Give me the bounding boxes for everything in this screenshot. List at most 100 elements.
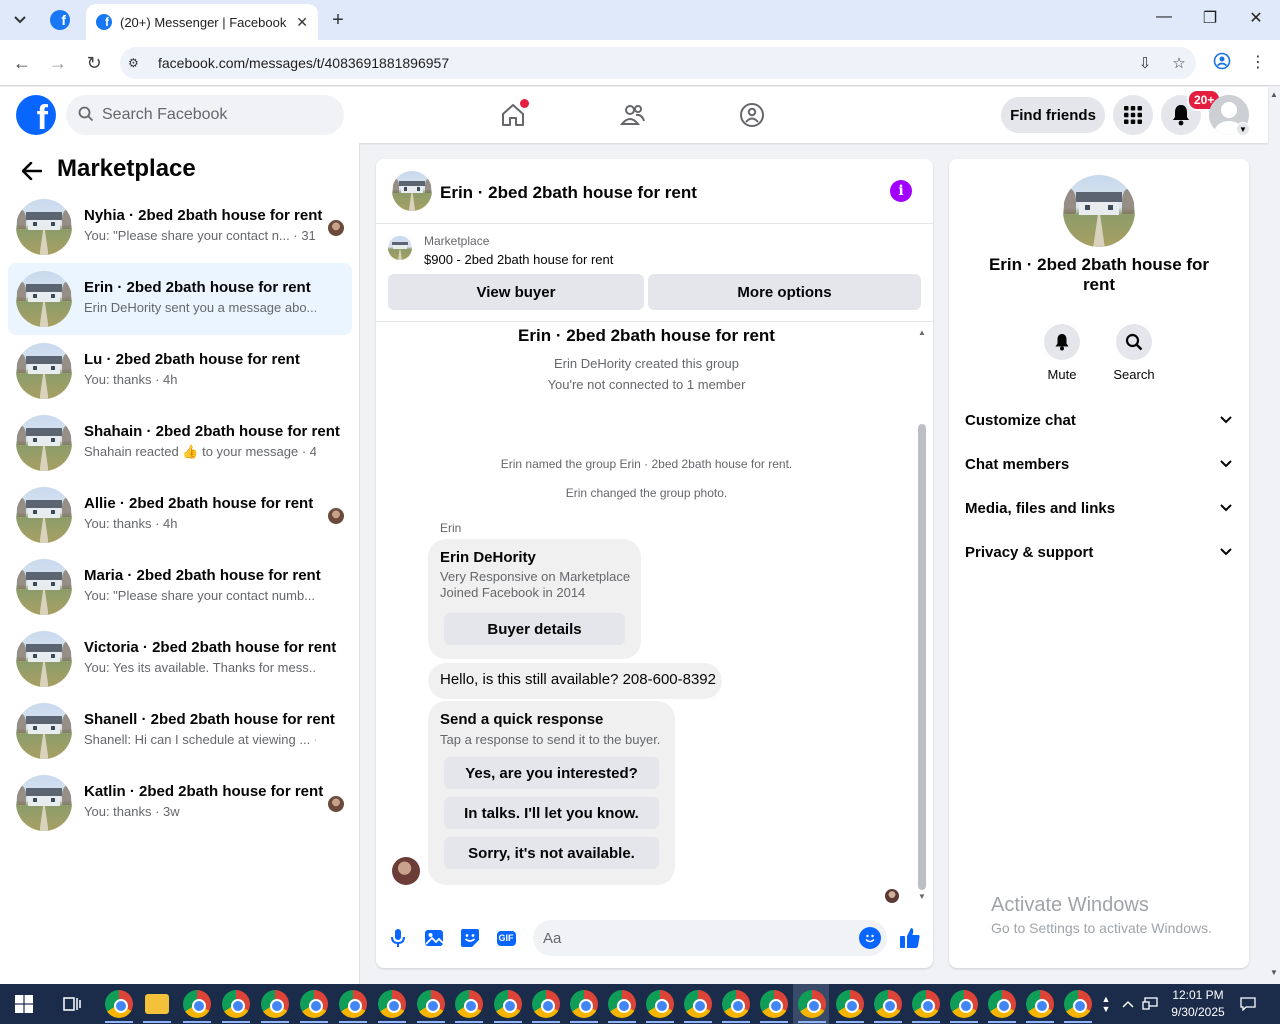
bookmark-star-icon[interactable]: ☆ <box>1162 54 1196 72</box>
chrome-taskbar-icon[interactable] <box>339 990 367 1018</box>
back-arrow-icon[interactable] <box>20 159 44 183</box>
chrome-taskbar-icon[interactable] <box>417 990 445 1018</box>
chrome-taskbar-icon[interactable] <box>455 990 483 1018</box>
chrome-taskbar-icon[interactable] <box>261 990 289 1018</box>
message-scrollbar[interactable]: ▲ ▼ <box>917 328 927 901</box>
chrome-taskbar-icon[interactable] <box>570 990 598 1018</box>
groups-icon[interactable] <box>738 101 766 129</box>
chat-title[interactable]: Erin · 2bed 2bath house for rent <box>440 183 697 203</box>
chrome-menu-icon[interactable]: ⋮ <box>1246 52 1270 72</box>
system-clock[interactable]: 12:01 PM 9/30/2025 <box>1160 987 1236 1021</box>
buyer-details-button[interactable]: Buyer details <box>444 613 625 645</box>
chrome-taskbar-icon[interactable] <box>532 990 560 1018</box>
quick-response-option[interactable]: In talks. I'll let you know. <box>444 797 659 829</box>
menu-grid-icon[interactable] <box>1113 95 1153 135</box>
chrome-taskbar-icon[interactable] <box>722 990 750 1018</box>
search-in-chat-button[interactable]: Search <box>1099 324 1169 382</box>
reload-icon[interactable]: ↻ <box>83 52 105 74</box>
chrome-taskbar-icon[interactable] <box>950 990 978 1018</box>
scrollbar-thumb[interactable] <box>918 424 926 890</box>
message-bubble[interactable]: Hello, is this still available? 208-600-… <box>428 663 722 699</box>
more-options-button[interactable]: More options <box>648 274 921 310</box>
search-input[interactable] <box>102 106 322 124</box>
customize-chat-section[interactable]: Customize chat <box>957 398 1241 442</box>
view-buyer-button[interactable]: View buyer <box>388 274 644 310</box>
forward-icon[interactable]: → <box>47 52 69 74</box>
info-icon[interactable]: i <box>890 180 912 202</box>
conversation-row[interactable]: Erin · 2bed 2bath house for rent Erin DeH… <box>8 263 352 335</box>
sticker-icon[interactable] <box>458 926 482 950</box>
new-tab-button[interactable]: + <box>326 8 350 32</box>
conversation-row[interactable]: Shahain · 2bed 2bath house for rent Shaha… <box>8 407 352 479</box>
find-friends-button[interactable]: Find friends <box>1001 97 1105 133</box>
action-center-icon[interactable] <box>1236 984 1260 1024</box>
mute-button[interactable]: Mute <box>1027 324 1097 382</box>
chrome-taskbar-icon[interactable] <box>874 990 902 1018</box>
windows-start-icon[interactable] <box>0 984 48 1024</box>
chrome-taskbar-icon[interactable] <box>608 990 636 1018</box>
minimize-icon[interactable]: — <box>1152 8 1176 26</box>
message-area[interactable]: Erin · 2bed 2bath house for rent Erin De… <box>376 322 933 903</box>
chrome-taskbar-icon[interactable] <box>760 990 788 1018</box>
tab-messenger[interactable]: f (20+) Messenger | Facebook ✕ <box>86 4 318 40</box>
page-scroll-down-icon[interactable]: ▼ <box>1268 968 1280 977</box>
chrome-taskbar-icon[interactable] <box>1064 990 1092 1018</box>
listing-title[interactable]: $900 - 2bed 2bath house for rent <box>424 252 613 267</box>
friends-icon[interactable] <box>619 101 647 129</box>
media-files-links-section[interactable]: Media, files and links <box>957 486 1241 530</box>
restore-icon[interactable]: ❐ <box>1198 8 1222 28</box>
tray-scroll-icon[interactable]: ▲ ▼ <box>1098 984 1114 1024</box>
install-app-icon[interactable]: ⇩ <box>1128 54 1162 72</box>
file-explorer-icon[interactable] <box>145 994 169 1014</box>
network-icon[interactable] <box>1140 984 1160 1024</box>
chrome-taskbar-icon[interactable] <box>646 990 674 1018</box>
account-caret-icon[interactable]: ▼ <box>1236 122 1250 136</box>
chrome-taskbar-icon[interactable] <box>222 990 250 1018</box>
chrome-taskbar-icon[interactable] <box>684 990 712 1018</box>
chrome-taskbar-icon[interactable] <box>378 990 406 1018</box>
facebook-pinned-tab[interactable]: f <box>50 10 70 30</box>
message-input[interactable] <box>543 929 843 947</box>
url-text[interactable]: facebook.com/messages/t/4083691881896957 <box>158 55 1128 71</box>
conversation-row[interactable]: Maria · 2bed 2bath house for rent You: "P… <box>8 551 352 623</box>
chrome-taskbar-icon[interactable] <box>912 990 940 1018</box>
thumbs-up-icon[interactable] <box>898 926 922 950</box>
conversation-row[interactable]: Allie · 2bed 2bath house for rent You: th… <box>8 479 352 551</box>
quick-response-option[interactable]: Sorry, it's not available. <box>444 837 659 869</box>
conversation-row[interactable]: Lu · 2bed 2bath house for rent You: thank… <box>8 335 352 407</box>
site-info-icon[interactable]: ⚙ <box>128 56 148 70</box>
page-scroll-up-icon[interactable]: ▲ <box>1268 90 1280 99</box>
scroll-down-arrow-icon[interactable]: ▼ <box>917 892 927 901</box>
chat-members-section[interactable]: Chat members <box>957 442 1241 486</box>
gif-icon[interactable]: GIF <box>494 926 518 950</box>
group-photo[interactable] <box>1063 175 1135 247</box>
message-input-box[interactable] <box>533 920 887 956</box>
tab-search-dropdown[interactable] <box>6 6 34 34</box>
chrome-taskbar-icon[interactable] <box>183 990 211 1018</box>
conversation-row[interactable]: Katlin · 2bed 2bath house for rent You: t… <box>8 767 352 839</box>
show-hidden-icons-icon[interactable] <box>1118 984 1138 1024</box>
sender-avatar[interactable] <box>392 857 420 885</box>
microphone-icon[interactable] <box>386 926 410 950</box>
listing-thumbnail[interactable] <box>388 236 412 260</box>
facebook-logo[interactable]: f <box>16 95 56 135</box>
conversation-row[interactable]: Nyhia · 2bed 2bath house for rent You: "P… <box>8 191 352 263</box>
close-tab-icon[interactable]: ✕ <box>296 14 308 31</box>
chrome-taskbar-icon[interactable] <box>300 990 328 1018</box>
emoji-icon[interactable] <box>859 927 881 949</box>
profile-icon[interactable] <box>1210 52 1234 75</box>
back-icon[interactable]: ← <box>11 52 33 74</box>
privacy-support-section[interactable]: Privacy & support <box>957 530 1241 574</box>
chrome-taskbar-icon[interactable] <box>836 990 864 1018</box>
chrome-taskbar-icon[interactable] <box>798 990 826 1018</box>
chat-thumbnail[interactable] <box>392 171 432 211</box>
close-window-icon[interactable]: ✕ <box>1244 8 1268 28</box>
conversation-row[interactable]: Shanell · 2bed 2bath house for rent Shane… <box>8 695 352 767</box>
chrome-taskbar-icon[interactable] <box>1026 990 1054 1018</box>
conversation-row[interactable]: Victoria · 2bed 2bath house for rent You:… <box>8 623 352 695</box>
chrome-taskbar-icon[interactable] <box>494 990 522 1018</box>
facebook-search[interactable] <box>66 95 344 135</box>
task-view-icon[interactable] <box>56 984 88 1024</box>
address-bar[interactable]: ⚙ facebook.com/messages/t/40836918818969… <box>120 47 1196 79</box>
quick-response-option[interactable]: Yes, are you interested? <box>444 757 659 789</box>
